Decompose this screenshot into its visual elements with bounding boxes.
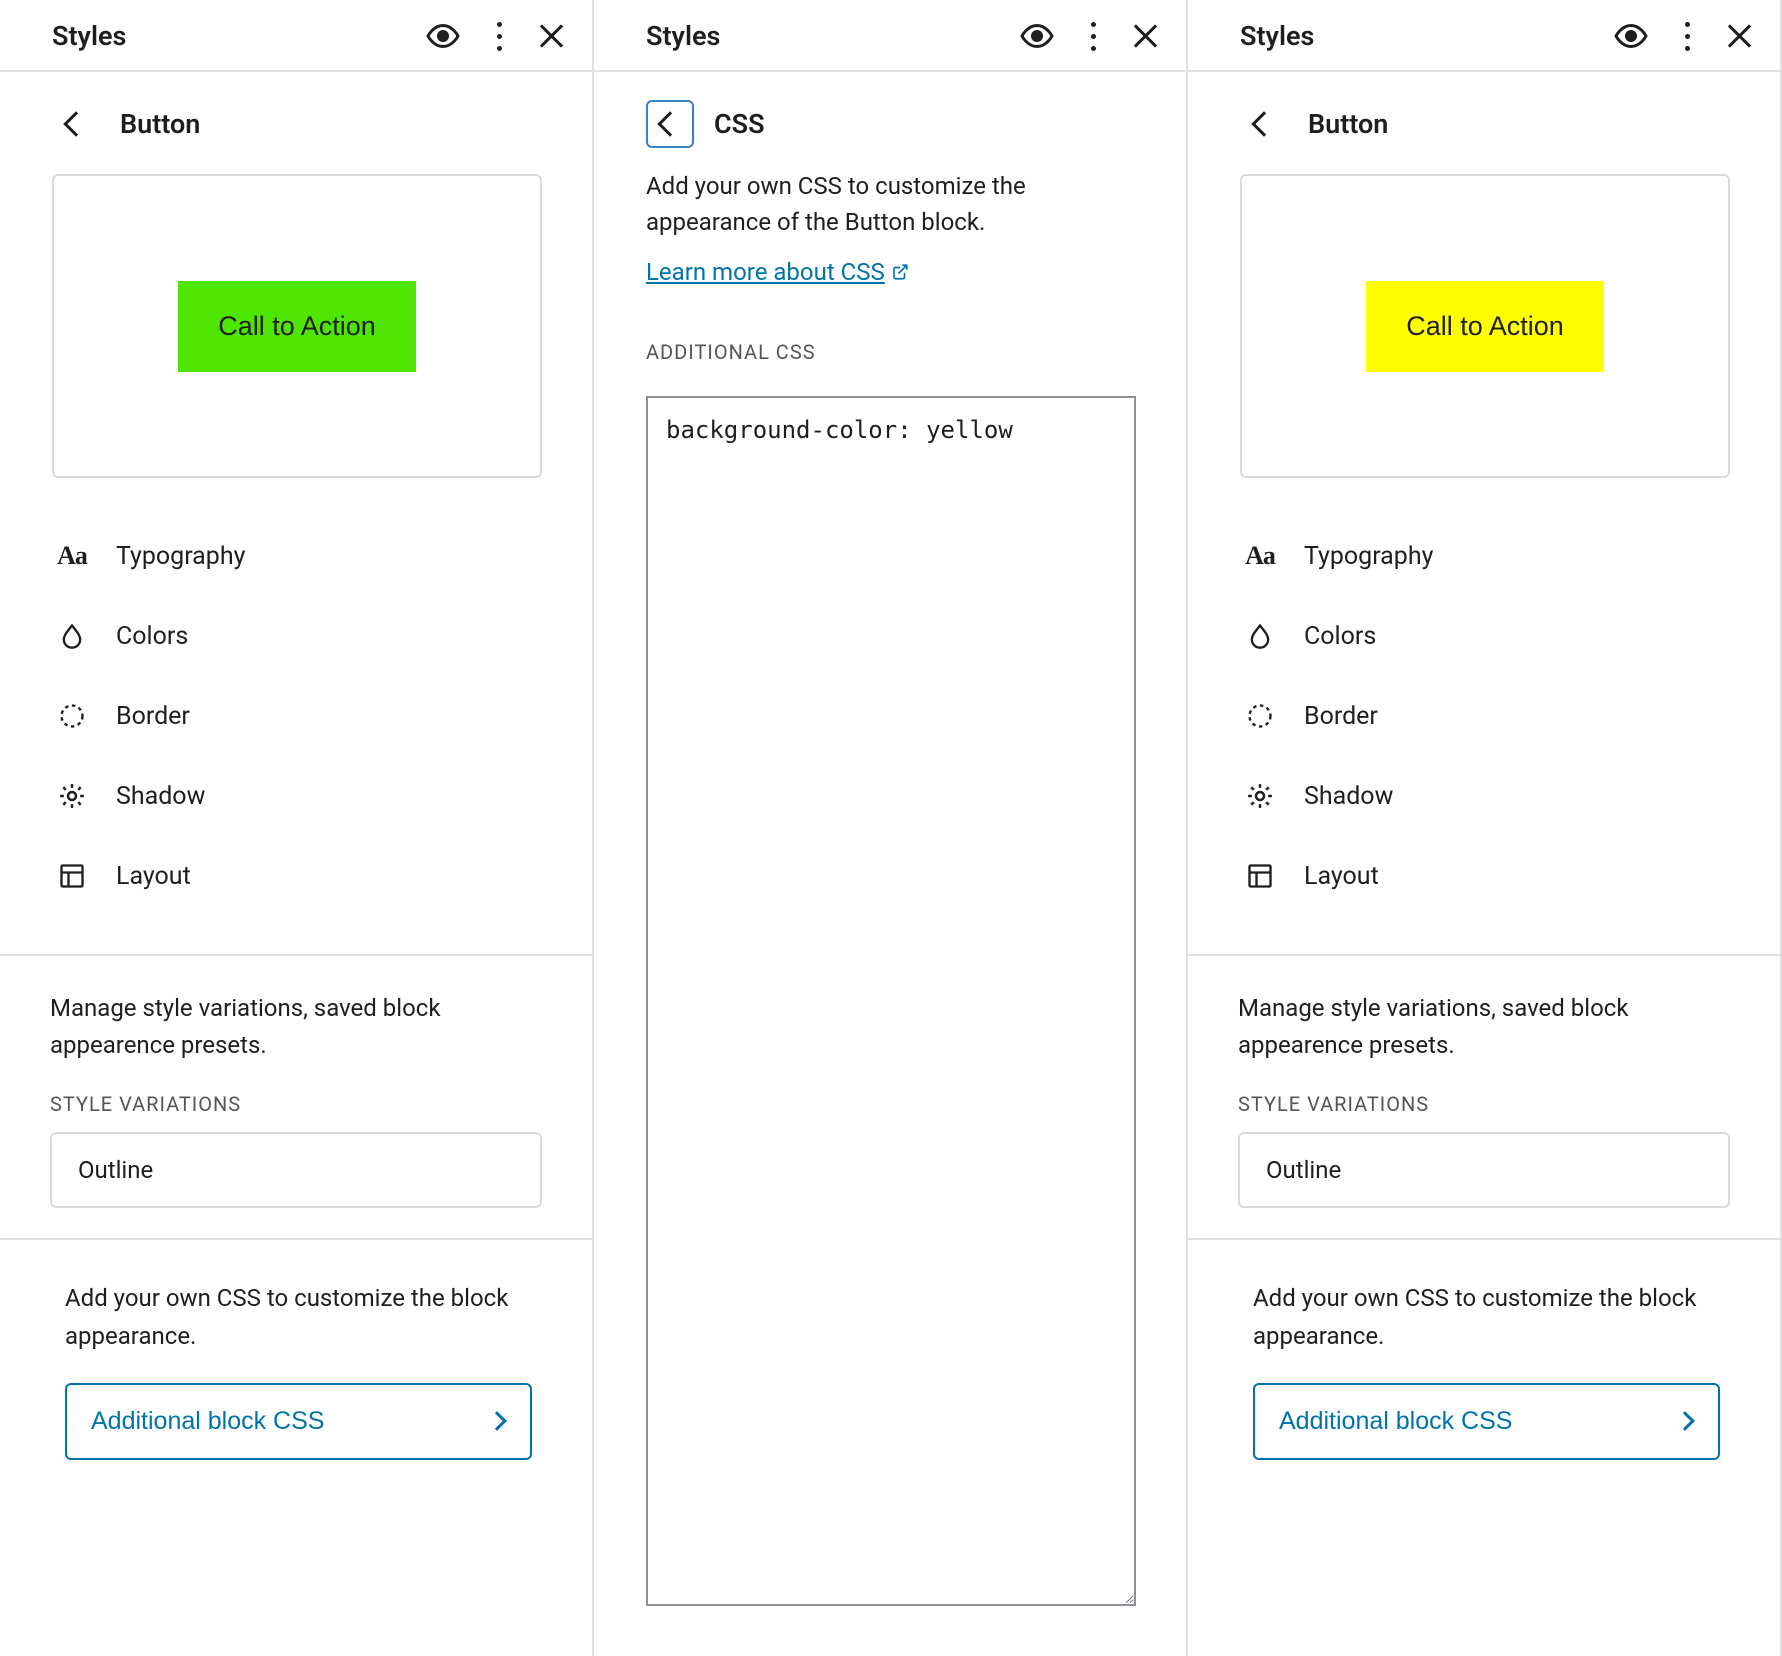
- preview-icon[interactable]: [1613, 18, 1649, 54]
- border-option[interactable]: Border: [1238, 676, 1730, 756]
- preview-box: Call to Action: [52, 174, 542, 478]
- border-icon: [1242, 698, 1278, 734]
- panel-header: Styles: [1188, 0, 1780, 72]
- back-button[interactable]: [52, 100, 100, 148]
- colors-label: Colors: [116, 622, 188, 651]
- css-description: Add your own CSS to customize the appear…: [594, 148, 1186, 240]
- layout-option[interactable]: Layout: [50, 836, 542, 916]
- styles-panel-right: Styles Button Call to Action Aa Typograp…: [1188, 0, 1782, 1656]
- additional-css-section: Add your own CSS to customize the block …: [0, 1238, 592, 1499]
- typography-option[interactable]: Aa Typography: [1238, 516, 1730, 596]
- chevron-left-icon: [657, 111, 682, 136]
- variation-outline[interactable]: Outline: [50, 1132, 542, 1208]
- block-preview: Call to Action: [1188, 148, 1780, 478]
- section-title: Button: [120, 108, 200, 140]
- variations-desc: Manage style variations, saved block app…: [1238, 990, 1730, 1064]
- back-button[interactable]: [646, 100, 694, 148]
- back-button[interactable]: [1240, 100, 1288, 148]
- preview-icon[interactable]: [425, 18, 461, 54]
- more-options-icon[interactable]: [497, 22, 502, 51]
- header-actions: [1613, 18, 1752, 54]
- kebab-icon: [1685, 22, 1690, 51]
- css-desc: Add your own CSS to customize the block …: [1253, 1280, 1720, 1354]
- block-preview: Call to Action: [0, 148, 592, 478]
- style-options-list: Aa Typography Colors Border Shadow Lay: [0, 478, 592, 954]
- layout-icon: [54, 858, 90, 894]
- sun-icon: [1242, 778, 1278, 814]
- panel-title: Styles: [52, 20, 126, 52]
- sun-icon: [54, 778, 90, 814]
- colors-option[interactable]: Colors: [1238, 596, 1730, 676]
- close-icon[interactable]: [538, 23, 564, 49]
- additional-css-button[interactable]: Additional block CSS: [65, 1383, 532, 1460]
- section-head: Button: [1188, 72, 1780, 148]
- drop-icon: [54, 618, 90, 654]
- panel-header: Styles: [0, 0, 592, 72]
- style-variations-section: Manage style variations, saved block app…: [0, 954, 592, 1238]
- section-head: CSS: [594, 72, 1186, 148]
- close-icon[interactable]: [1726, 23, 1752, 49]
- typography-icon: Aa: [1242, 538, 1278, 574]
- drop-icon: [1242, 618, 1278, 654]
- border-icon: [54, 698, 90, 734]
- kebab-icon: [1091, 22, 1096, 51]
- layout-option[interactable]: Layout: [1238, 836, 1730, 916]
- panel-header: Styles: [594, 0, 1186, 72]
- style-variations-section: Manage style variations, saved block app…: [1188, 954, 1780, 1238]
- preview-icon[interactable]: [1019, 18, 1055, 54]
- border-label: Border: [1304, 702, 1378, 731]
- styles-panel-center: Styles CSS Add your own CSS to customize…: [594, 0, 1188, 1656]
- typography-label: Typography: [116, 542, 245, 571]
- shadow-label: Shadow: [116, 782, 205, 811]
- learn-more-text: Learn more about CSS: [646, 254, 885, 290]
- typography-icon: Aa: [54, 538, 90, 574]
- chevron-left-icon: [1251, 111, 1276, 136]
- section-title: Button: [1308, 108, 1388, 140]
- css-button-label: Additional block CSS: [1279, 1407, 1512, 1436]
- shadow-option[interactable]: Shadow: [1238, 756, 1730, 836]
- additional-css-label: Additional CSS: [646, 340, 1136, 364]
- chevron-right-icon: [1675, 1411, 1695, 1431]
- more-options-icon[interactable]: [1685, 22, 1690, 51]
- header-actions: [425, 18, 564, 54]
- additional-css-button[interactable]: Additional block CSS: [1253, 1383, 1720, 1460]
- colors-label: Colors: [1304, 622, 1376, 651]
- chevron-right-icon: [487, 1411, 507, 1431]
- section-head: Button: [0, 72, 592, 148]
- variations-desc: Manage style variations, saved block app…: [50, 990, 542, 1064]
- border-option[interactable]: Border: [50, 676, 542, 756]
- layout-icon: [1242, 858, 1278, 894]
- additional-css-section: Add your own CSS to customize the block …: [1188, 1238, 1780, 1499]
- shadow-option[interactable]: Shadow: [50, 756, 542, 836]
- colors-option[interactable]: Colors: [50, 596, 542, 676]
- typography-option[interactable]: Aa Typography: [50, 516, 542, 596]
- panel-title: Styles: [646, 20, 720, 52]
- kebab-icon: [497, 22, 502, 51]
- css-button-label: Additional block CSS: [91, 1407, 324, 1436]
- css-desc: Add your own CSS to customize the block …: [65, 1280, 532, 1354]
- variations-label: Style Variations: [50, 1092, 542, 1116]
- border-label: Border: [116, 702, 190, 731]
- cta-button[interactable]: Call to Action: [1366, 281, 1604, 372]
- learn-more-link[interactable]: Learn more about CSS: [646, 254, 909, 290]
- additional-css-textarea[interactable]: [646, 396, 1136, 1606]
- variations-label: Style Variations: [1238, 1092, 1730, 1116]
- more-options-icon[interactable]: [1091, 22, 1096, 51]
- preview-box: Call to Action: [1240, 174, 1730, 478]
- shadow-label: Shadow: [1304, 782, 1393, 811]
- external-link-icon: [891, 263, 909, 281]
- styles-panel-left: Styles Button Call to Action Aa Typograp…: [0, 0, 594, 1656]
- panel-title: Styles: [1240, 20, 1314, 52]
- section-title: CSS: [714, 108, 765, 140]
- variation-outline[interactable]: Outline: [1238, 1132, 1730, 1208]
- typography-label: Typography: [1304, 542, 1433, 571]
- chevron-left-icon: [63, 111, 88, 136]
- style-options-list: Aa Typography Colors Border Shadow Lay: [1188, 478, 1780, 954]
- header-actions: [1019, 18, 1158, 54]
- close-icon[interactable]: [1132, 23, 1158, 49]
- layout-label: Layout: [116, 862, 191, 891]
- cta-button[interactable]: Call to Action: [178, 281, 416, 372]
- layout-label: Layout: [1304, 862, 1379, 891]
